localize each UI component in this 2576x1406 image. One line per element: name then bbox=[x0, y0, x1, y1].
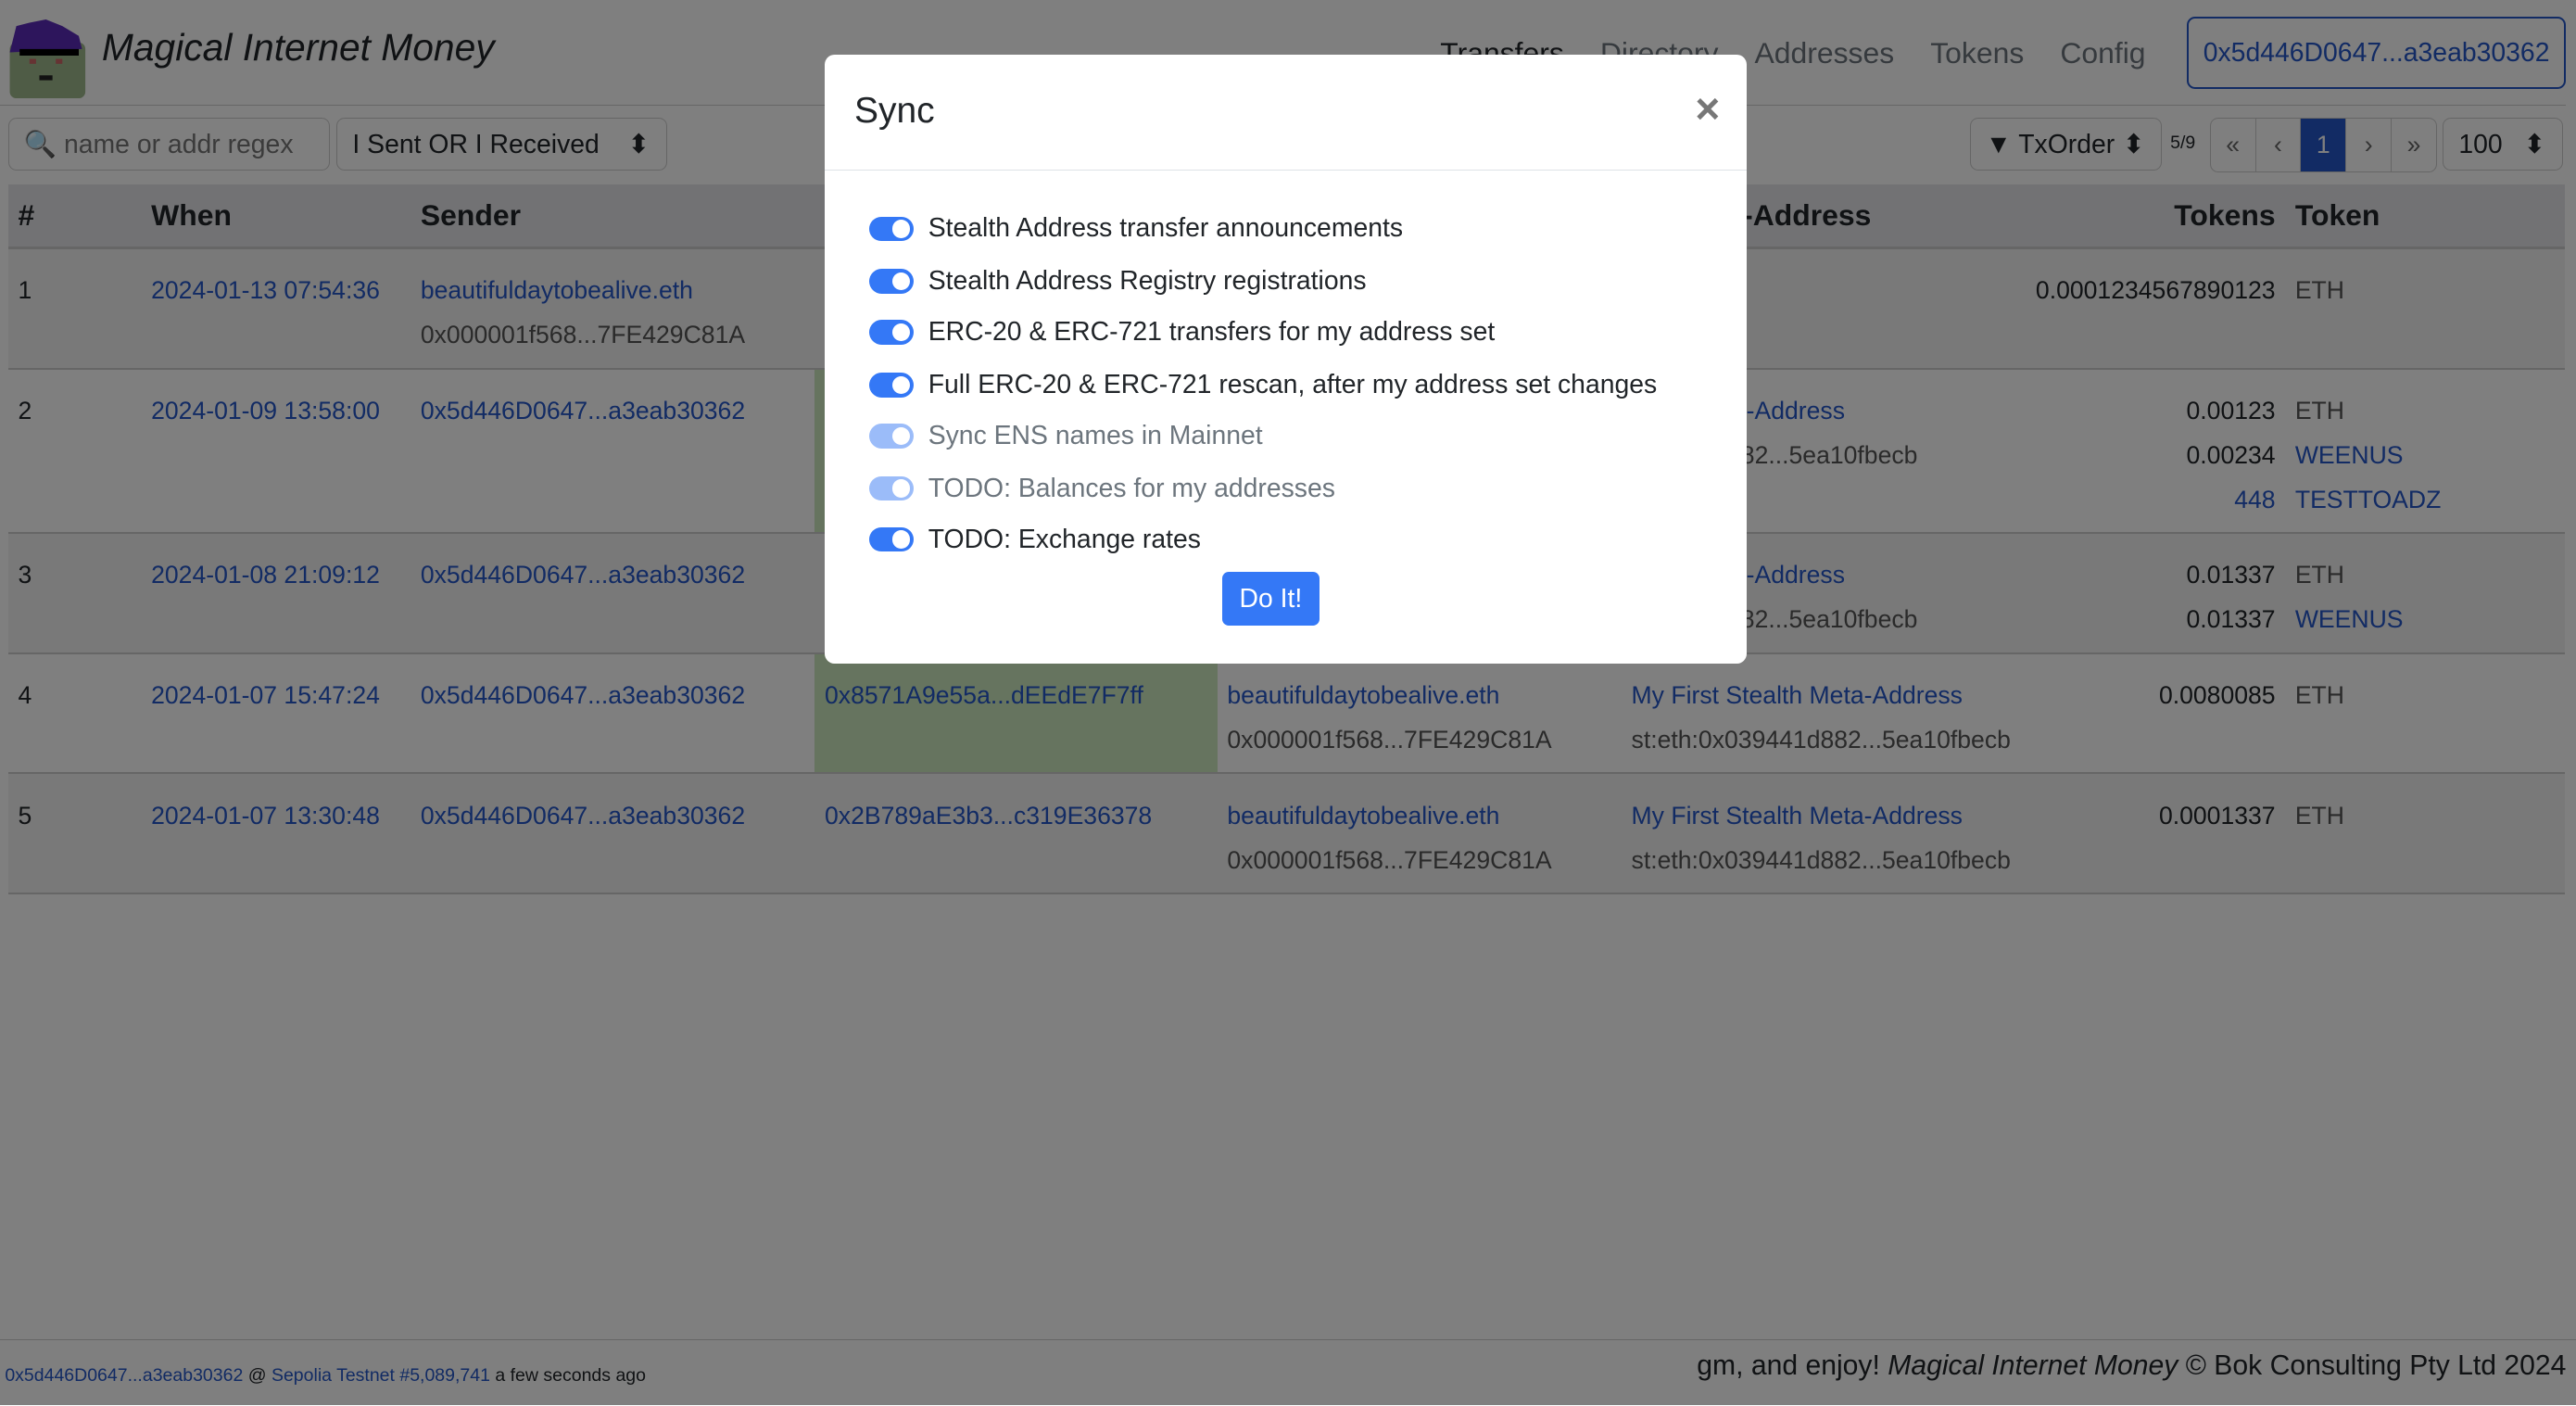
sync-option: TODO: Balances for my addresses bbox=[868, 473, 1335, 504]
sync-option-label: Full ERC-20 & ERC-721 rescan, after my a… bbox=[928, 369, 1658, 399]
modal-title: Sync bbox=[853, 90, 935, 131]
sync-option: ERC-20 & ERC-721 transfers for my addres… bbox=[868, 317, 1496, 348]
sync-option-label: ERC-20 & ERC-721 transfers for my addres… bbox=[928, 317, 1496, 348]
sync-option: Sync ENS names in Mainnet bbox=[868, 420, 1263, 451]
sync-option-label: TODO: Balances for my addresses bbox=[928, 473, 1335, 503]
toggle-switch bbox=[868, 424, 914, 449]
sync-option: Full ERC-20 & ERC-721 rescan, after my a… bbox=[868, 369, 1658, 400]
sync-option: TODO: Exchange rates bbox=[868, 524, 1201, 555]
close-icon[interactable]: × bbox=[1695, 83, 1720, 133]
sync-option: Stealth Address Registry registrations bbox=[868, 266, 1367, 297]
toggle-switch[interactable] bbox=[868, 320, 914, 345]
toggle-switch[interactable] bbox=[868, 526, 914, 552]
toggle-switch[interactable] bbox=[868, 216, 914, 242]
sync-option-label: TODO: Exchange rates bbox=[928, 524, 1201, 554]
sync-modal: Sync × Stealth Address transfer announce… bbox=[825, 54, 1747, 665]
do-it-button[interactable]: Do It! bbox=[1222, 571, 1320, 627]
sync-option-label: Sync ENS names in Mainnet bbox=[928, 420, 1263, 450]
sync-option: Stealth Address transfer announcements bbox=[868, 213, 1404, 244]
toggle-switch[interactable] bbox=[868, 373, 914, 398]
sync-option-label: Stealth Address transfer announcements bbox=[928, 213, 1404, 244]
sync-option-label: Stealth Address Registry registrations bbox=[928, 266, 1367, 297]
toggle-switch[interactable] bbox=[868, 269, 914, 294]
toggle-switch bbox=[868, 475, 914, 501]
